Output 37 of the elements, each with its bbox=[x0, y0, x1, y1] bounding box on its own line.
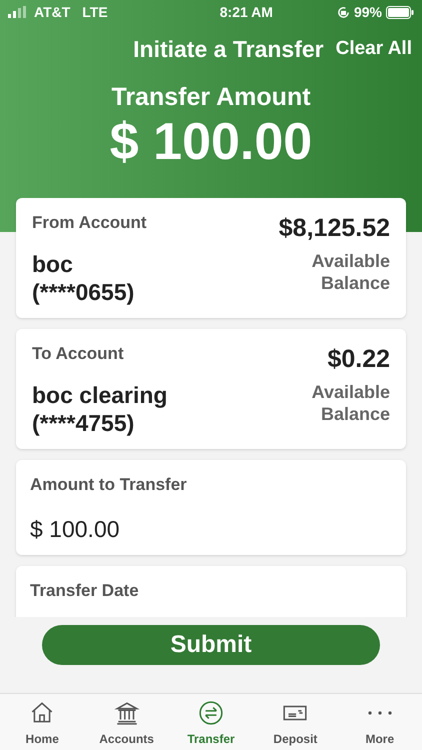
balance-label: Available Balance bbox=[310, 380, 390, 426]
tab-item[interactable]: Home bbox=[0, 694, 84, 750]
field-label: Amount to Transfer bbox=[30, 474, 188, 496]
balance-text: $8,125.52 bbox=[278, 213, 390, 244]
field-label: Transfer Date bbox=[30, 580, 140, 602]
balance-label: Available Balance bbox=[310, 250, 390, 294]
account-label: To Account bbox=[32, 343, 125, 365]
account-number: (****0655) bbox=[32, 278, 136, 307]
account-label: From Account bbox=[32, 212, 147, 234]
tab-item[interactable]: Deposit bbox=[253, 694, 338, 750]
account-number: (****4755) bbox=[32, 409, 136, 438]
account-card[interactable]: From Account boc (****0655) $8,125.52 Available Balance bbox=[16, 198, 406, 318]
amount-value: $ 100.00 bbox=[30, 514, 121, 544]
rotation-lock-icon bbox=[336, 6, 350, 18]
date-field[interactable]: Transfer Date bbox=[16, 566, 406, 617]
account-card[interactable]: To Account boc clearing (****4755) $0.22 Available Balance bbox=[16, 329, 406, 449]
amount-field[interactable]: Amount to Transfer $ 100.00 bbox=[16, 460, 406, 555]
signal-icon bbox=[8, 6, 28, 18]
tab-item[interactable]: Transfer bbox=[168, 694, 254, 750]
clock-text: 8:21 AM bbox=[220, 2, 273, 22]
clear-all-button[interactable]: Clear All bbox=[336, 35, 412, 64]
page-title: Initiate a Transfer bbox=[133, 35, 324, 64]
amount-label: Transfer Amount bbox=[111, 84, 311, 110]
amount-text: $ 100.00 bbox=[110, 116, 312, 168]
balance-text: $0.22 bbox=[327, 344, 390, 375]
account-name: boc bbox=[32, 250, 74, 278]
submit-button[interactable]: Submit bbox=[42, 625, 380, 665]
battery-percent-text: 99% bbox=[354, 2, 382, 22]
transfer-icon bbox=[198, 700, 224, 726]
bank-icon bbox=[114, 700, 140, 726]
network-text: LTE bbox=[82, 2, 108, 22]
more-icon bbox=[368, 711, 392, 715]
account-name: boc clearing bbox=[32, 380, 168, 410]
carrier-text: AT&T bbox=[34, 2, 70, 22]
battery-icon bbox=[386, 6, 414, 18]
tab-item[interactable]: Accounts bbox=[84, 694, 169, 750]
tab-item[interactable]: More bbox=[338, 694, 422, 750]
